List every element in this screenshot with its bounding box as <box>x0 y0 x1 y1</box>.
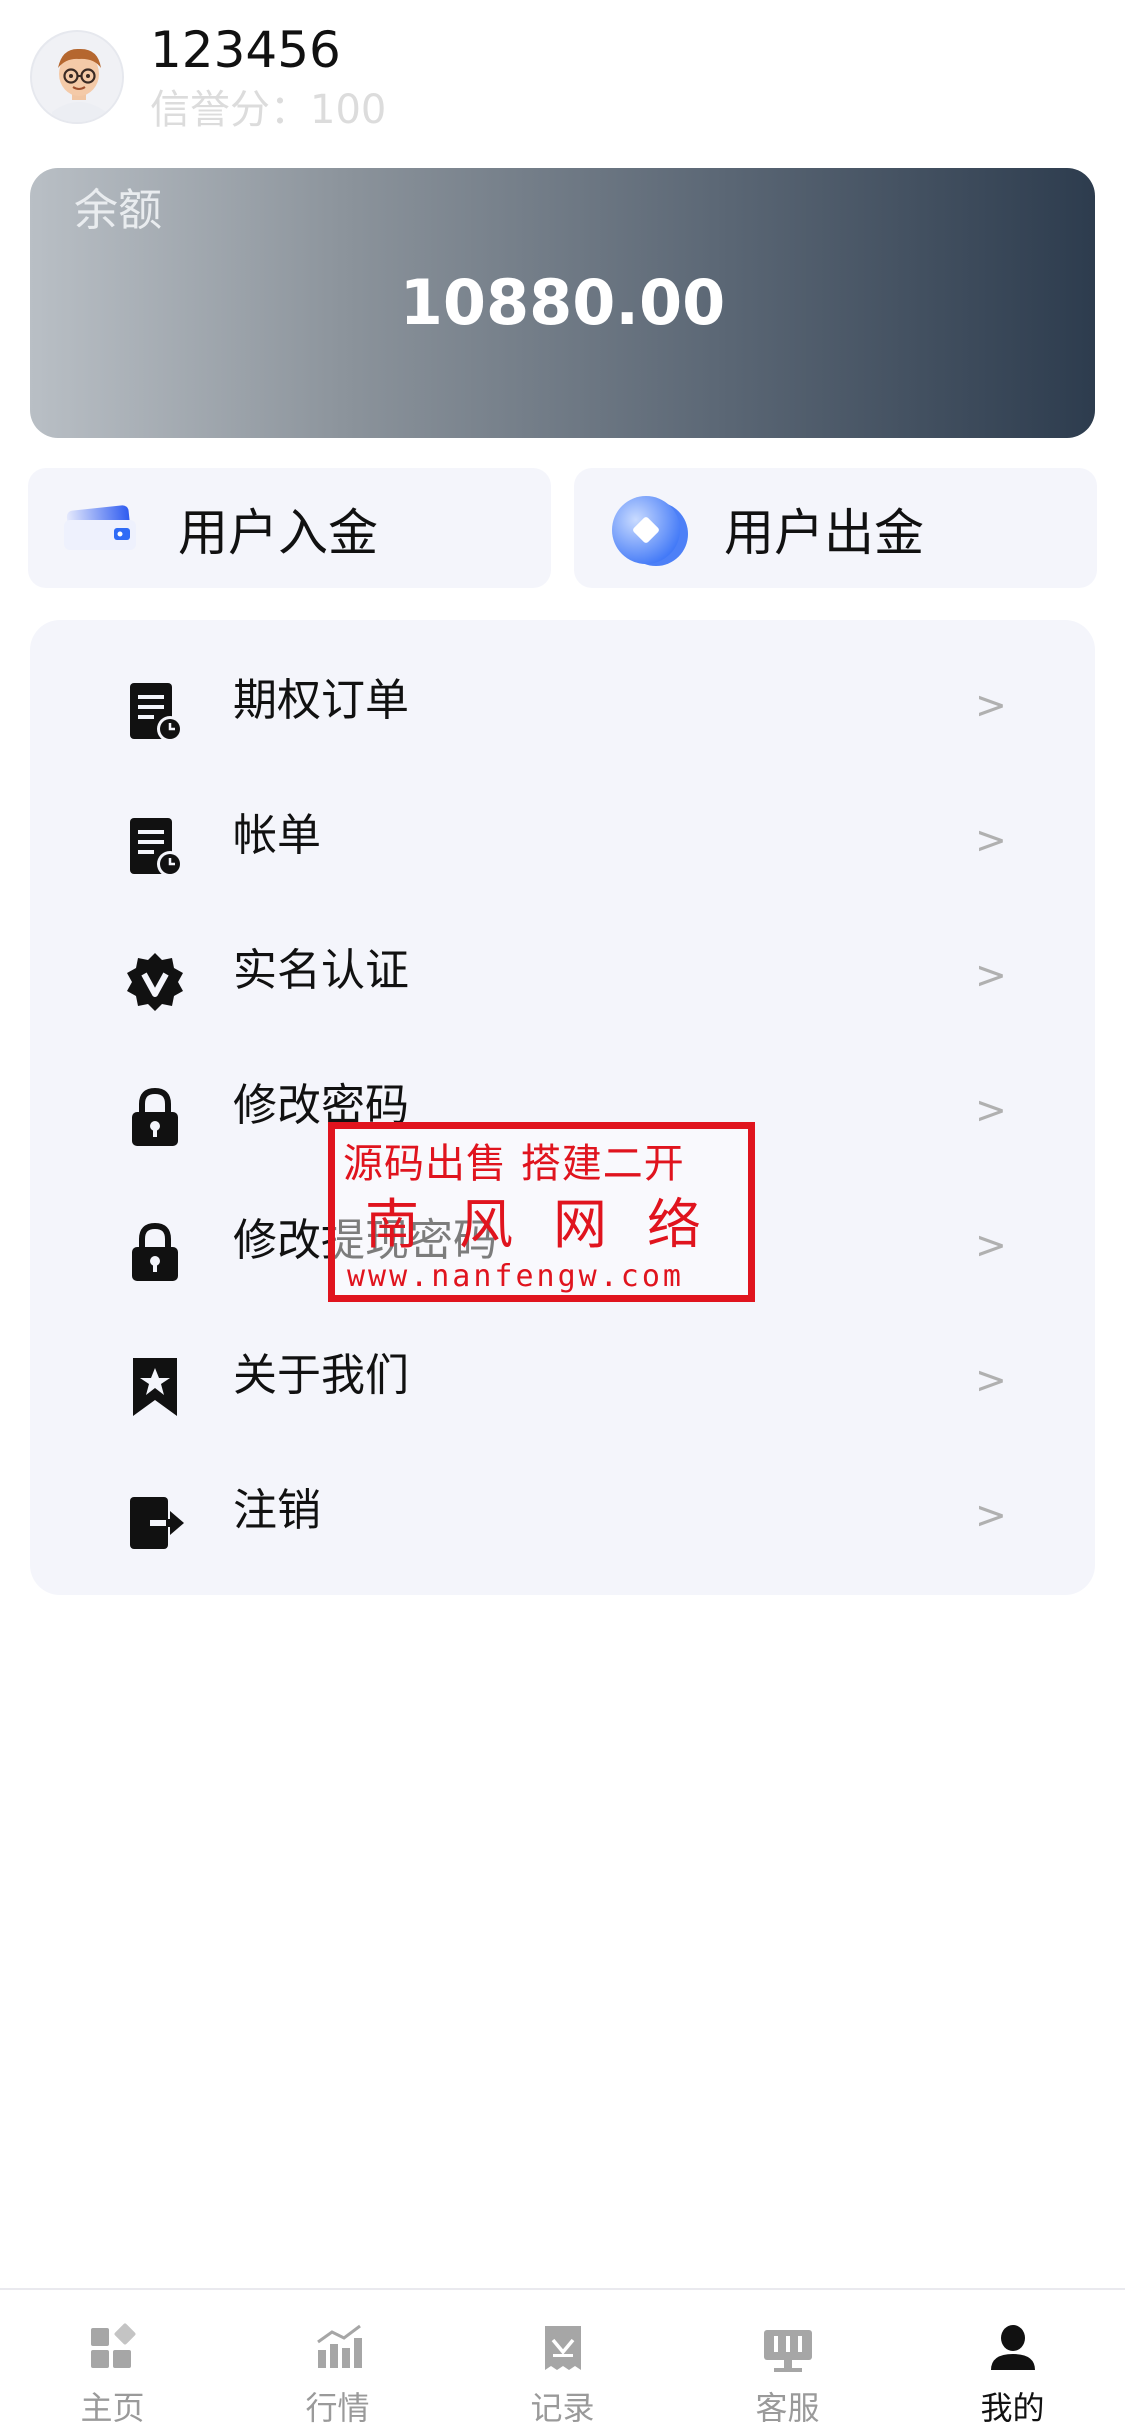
tab-label: 客服 <box>755 2389 820 2427</box>
chevron-right-icon: > <box>975 953 1007 997</box>
verified-badge-icon <box>127 953 183 1011</box>
tab-label: 记录 <box>530 2389 595 2427</box>
menu-item-logout[interactable]: 注销 > <box>30 1455 1095 1590</box>
menu-item-option-orders[interactable]: 期权订单 > <box>30 645 1095 780</box>
deposit-label: 用户入金 <box>178 504 378 562</box>
menu-label: 实名认证 <box>233 945 409 996</box>
avatar[interactable] <box>30 30 124 124</box>
avatar-face-icon <box>32 32 122 122</box>
watermark-stamp: 源码出售 搭建二开 南风网络 www.nanfengw.com <box>328 1122 755 1302</box>
chevron-right-icon: > <box>975 818 1007 862</box>
settings-menu: 期权订单 > 帐单 > 实名认证 > 修改密码 > 修改提现密码 > 关于我们 … <box>30 620 1095 1595</box>
tab-label: 我的 <box>980 2389 1045 2427</box>
deposit-button[interactable]: 用户入金 <box>28 468 551 588</box>
menu-label: 关于我们 <box>233 1350 409 1401</box>
watermark-title: 南风网络 <box>365 1193 741 1256</box>
chart-icon <box>317 2324 362 2368</box>
username: 123456 <box>150 21 341 79</box>
wallet-icon <box>64 505 136 550</box>
menu-item-verification[interactable]: 实名认证 > <box>30 915 1095 1050</box>
tab-home[interactable]: 主页 <box>0 2290 225 2436</box>
menu-item-bill[interactable]: 帐单 > <box>30 780 1095 915</box>
lock-icon <box>132 1222 178 1281</box>
balance-label: 余额 <box>74 185 162 236</box>
tab-support[interactable]: 客服 <box>675 2290 900 2436</box>
tab-market[interactable]: 行情 <box>225 2290 450 2436</box>
credit-score: 信誉分：100 <box>150 87 387 133</box>
document-clock-icon <box>130 683 183 742</box>
chevron-right-icon: > <box>975 1493 1007 1537</box>
user-icon <box>991 2325 1035 2370</box>
coin-icon <box>612 496 688 566</box>
tab-label: 行情 <box>305 2389 370 2427</box>
withdraw-button[interactable]: 用户出金 <box>574 468 1097 588</box>
bookmark-star-icon <box>133 1358 177 1416</box>
tab-mine[interactable]: 我的 <box>900 2290 1125 2436</box>
receipt-icon <box>545 2326 581 2370</box>
tab-records[interactable]: 记录 <box>450 2290 675 2436</box>
dashboard-icon <box>91 2323 136 2368</box>
menu-label: 帐单 <box>233 810 321 861</box>
balance-value: 10880.00 <box>399 266 726 339</box>
logout-icon <box>130 1497 184 1549</box>
chevron-right-icon: > <box>975 683 1007 727</box>
lock-icon <box>132 1087 178 1146</box>
chevron-right-icon: > <box>975 1223 1007 1267</box>
menu-item-about-us[interactable]: 关于我们 > <box>30 1320 1095 1455</box>
balance-card: 余额 10880.00 <box>30 168 1095 438</box>
profile-header: 123456 信誉分：100 <box>0 0 1125 150</box>
support-icon <box>764 2330 812 2372</box>
bottom-tab-bar: 主页 行情 记录 客服 我的 <box>0 2288 1125 2436</box>
menu-label: 期权订单 <box>233 675 409 726</box>
menu-label: 注销 <box>233 1485 321 1536</box>
chevron-right-icon: > <box>975 1358 1007 1402</box>
watermark-url: www.nanfengw.com <box>347 1259 684 1294</box>
watermark-line: 源码出售 搭建二开 <box>343 1141 685 1187</box>
chevron-right-icon: > <box>975 1088 1007 1132</box>
withdraw-label: 用户出金 <box>724 504 924 562</box>
tab-label: 主页 <box>80 2389 145 2427</box>
document-clock-icon <box>130 818 183 877</box>
